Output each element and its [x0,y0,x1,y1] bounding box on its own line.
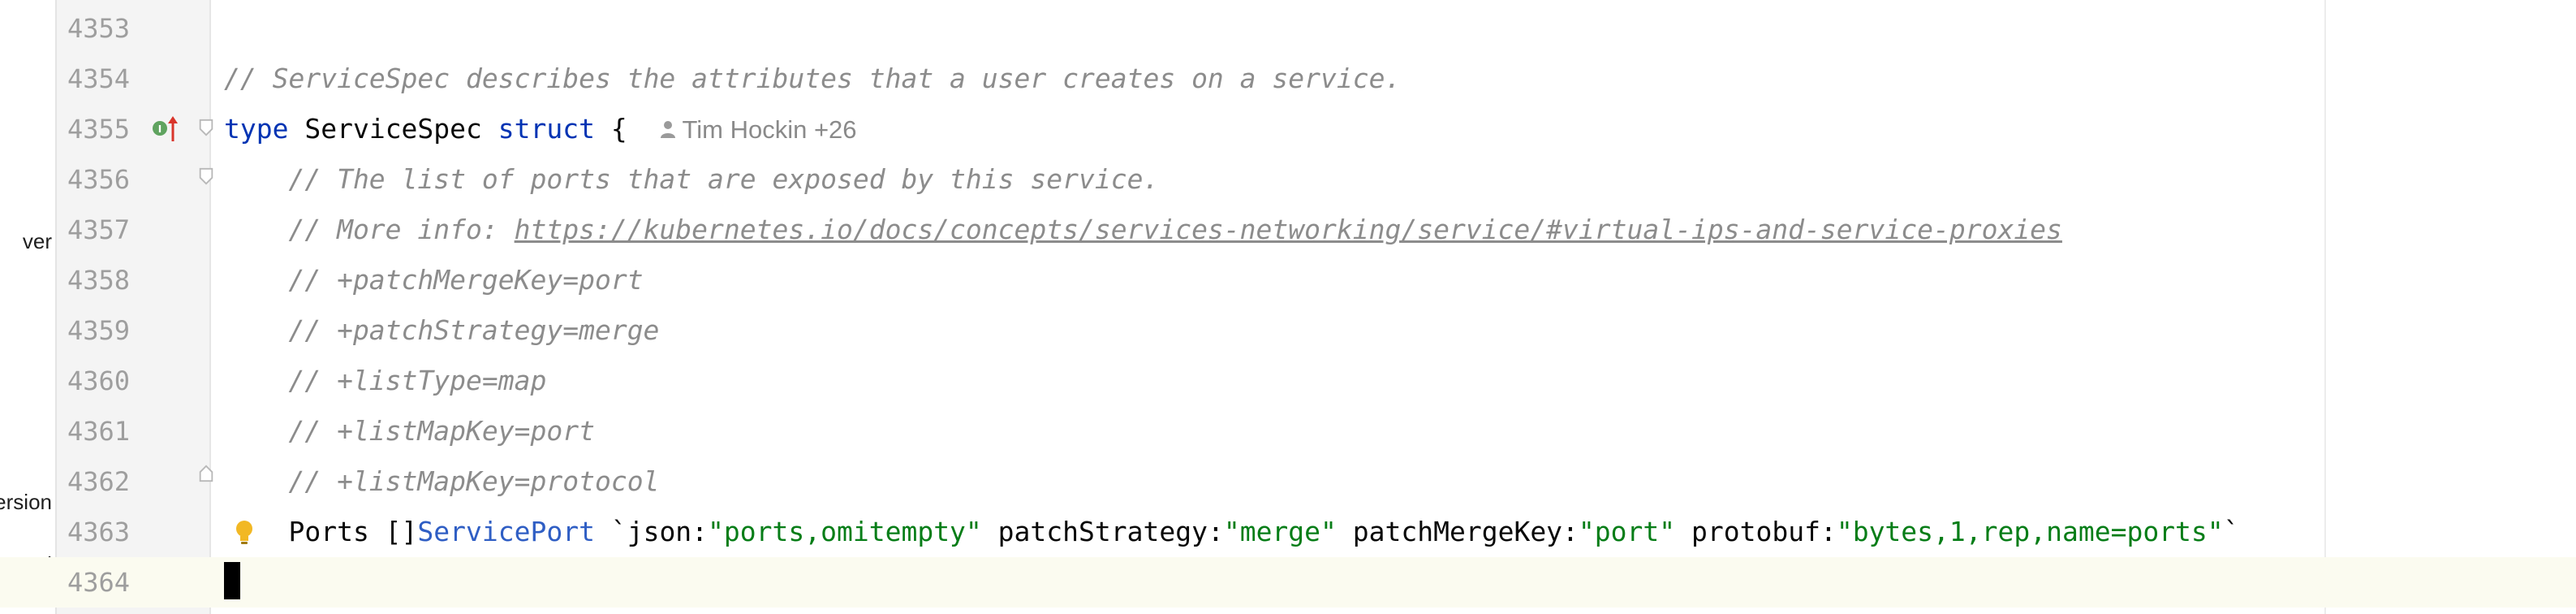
line-number[interactable]: 4362 [62,456,130,507]
code-token: ServiceSpec [288,113,498,145]
line-number[interactable]: 4357 [62,205,130,255]
code-line[interactable]: 4354 // ServiceSpec describes the attribu… [0,54,2576,104]
line-number[interactable]: 4353 [62,3,130,54]
line-number[interactable]: 4360 [62,356,130,406]
code-token: struct [498,113,595,145]
line-number[interactable]: 4358 [62,255,130,305]
line-number[interactable]: 4355 [62,104,130,154]
code-token: // +patchStrategy=merge [224,314,660,346]
code-token: // +listMapKey=port [224,415,595,447]
implemented-interface-icon[interactable]: I [151,115,180,145]
code-token: ServiceSpec [272,63,450,94]
code-token: // +patchMergeKey=port [224,264,644,296]
line-number[interactable]: 4363 [62,507,130,557]
code-token: "ports,omitempty" [708,516,982,547]
code-text[interactable]: // +listMapKey=port [224,406,595,456]
code-token: "merge" [1223,516,1337,547]
person-icon [661,121,676,138]
code-line[interactable]: 4364 [0,557,2576,608]
code-line[interactable]: 4358 // +patchMergeKey=port [0,255,2576,305]
line-number[interactable]: 4354 [62,54,130,104]
fold-icon[interactable] [198,465,214,482]
text-caret [224,562,240,599]
author-inlay-hint[interactable]: Tim Hockin +26 [659,115,857,144]
code-token: // [224,63,273,94]
code-token: // The list of ports that are exposed by… [224,163,1160,195]
code-token: patchStrategy: [981,516,1224,547]
line-number[interactable]: 4356 [62,154,130,205]
code-token: // +listMapKey=protocol [224,465,660,497]
url-link[interactable]: https://kubernetes.io/docs/concepts/serv… [515,214,2062,245]
code-line[interactable]: 4360 // +listType=map [0,356,2576,406]
code-token: // More info: [224,214,515,245]
code-text[interactable]: Ports []ServicePort `json:"ports,omitemp… [224,507,2240,557]
code-text[interactable]: // +listType=map [224,356,546,406]
code-token: "port" [1578,516,1676,547]
code-line[interactable]: 4359 // +patchStrategy=merge [0,305,2576,356]
line-number[interactable]: 4359 [62,305,130,356]
code-text[interactable]: type ServiceSpec struct { Tim Hockin +26 [224,104,857,155]
code-token: `json: [594,516,709,547]
line-number[interactable]: 4361 [62,406,130,456]
code-token: // +listType=map [224,365,547,396]
lightbulb-icon[interactable] [232,518,256,547]
code-token: ` [2223,516,2240,547]
code-token: ServicePort [417,516,595,547]
code-line[interactable]: 4353 [0,3,2576,54]
fold-icon[interactable] [198,119,214,136]
author-inlay-text: Tim Hockin +26 [682,115,857,144]
code-token: type [224,113,289,145]
code-text[interactable]: // More info: https://kubernetes.io/docs… [224,205,2062,255]
code-text[interactable]: // +listMapKey=protocol [224,456,659,507]
code-line[interactable]: 4362 // +listMapKey=protocol [0,456,2576,507]
code-token: describes the attributes that a user cre… [450,63,1402,94]
code-text[interactable]: // +patchStrategy=merge [224,305,659,356]
svg-text:I: I [158,123,162,135]
code-text[interactable]: // +patchMergeKey=port [224,255,644,305]
code-line[interactable]: 4357 // More info: https://kubernetes.io… [0,205,2576,255]
fold-icon[interactable] [198,167,214,185]
code-token: protobuf: [1675,516,1837,547]
code-line[interactable]: 4361 // +listMapKey=port [0,406,2576,456]
line-number[interactable]: 4364 [62,557,130,608]
code-line[interactable]: 4356 // The list of ports that are expos… [0,154,2576,205]
code-token: { [594,113,660,145]
code-text[interactable]: // The list of ports that are exposed by… [224,154,1159,205]
code-line[interactable]: 4355 type ServiceSpec struct { Tim Hockin… [0,104,2576,154]
code-token: patchMergeKey: [1336,516,1579,547]
code-text[interactable]: // ServiceSpec describes the attributes … [224,54,1401,104]
code-line[interactable]: 4363 Ports []ServicePort `json:"ports,om… [0,507,2576,557]
code-token: "bytes,1,rep,name=ports" [1836,516,2224,547]
